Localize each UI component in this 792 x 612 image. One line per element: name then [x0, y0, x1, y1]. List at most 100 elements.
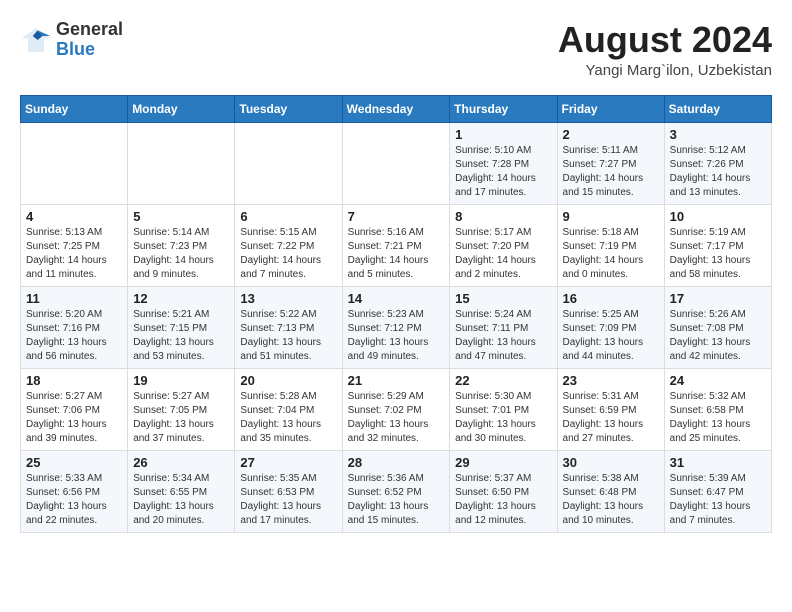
day-number: 3 [670, 127, 766, 142]
day-info: Sunrise: 5:14 AMSunset: 7:23 PMDaylight:… [133, 226, 229, 282]
day-cell: 29 Sunrise: 5:37 AMSunset: 6:50 PMDayligh… [450, 450, 557, 532]
day-cell: 22 Sunrise: 5:30 AMSunset: 7:01 PMDayligh… [450, 368, 557, 450]
day-info: Sunrise: 5:30 AMSunset: 7:01 PMDaylight:… [455, 390, 551, 446]
day-cell: 24 Sunrise: 5:32 AMSunset: 6:58 PMDayligh… [664, 368, 771, 450]
day-number: 29 [455, 455, 551, 470]
header-tuesday: Tuesday [235, 95, 342, 122]
day-cell: 20Sunrise: 5:28 AMSunset: 7:04 PMDayligh… [235, 368, 342, 450]
day-number: 20 [240, 373, 336, 388]
week-row-4: 18 Sunrise: 5:27 AMSunset: 7:06 PMDayligh… [21, 368, 772, 450]
day-number: 22 [455, 373, 551, 388]
logo-icon [20, 24, 52, 56]
header-thursday: Thursday [450, 95, 557, 122]
header-friday: Friday [557, 95, 664, 122]
day-info: Sunrise: 5:20 AMSunset: 7:16 PMDaylight:… [26, 308, 122, 364]
month-year: August 2024 [558, 20, 772, 60]
day-cell: 14Sunrise: 5:23 AMSunset: 7:12 PMDayligh… [342, 286, 450, 368]
logo-line2: Blue [56, 40, 123, 60]
day-cell: 23 Sunrise: 5:31 AMSunset: 6:59 PMDayligh… [557, 368, 664, 450]
day-cell: 5 Sunrise: 5:14 AMSunset: 7:23 PMDaylight… [128, 204, 235, 286]
day-cell: 15 Sunrise: 5:24 AMSunset: 7:11 PMDayligh… [450, 286, 557, 368]
header-wednesday: Wednesday [342, 95, 450, 122]
header-sunday: Sunday [21, 95, 128, 122]
week-row-1: 1 Sunrise: 5:10 AMSunset: 7:28 PMDaylight… [21, 122, 772, 204]
day-info: Sunrise: 5:24 AMSunset: 7:11 PMDaylight:… [455, 308, 551, 364]
day-cell: 25 Sunrise: 5:33 AMSunset: 6:56 PMDayligh… [21, 450, 128, 532]
day-cell: 4 Sunrise: 5:13 AMSunset: 7:25 PMDaylight… [21, 204, 128, 286]
day-number: 16 [563, 291, 659, 306]
day-number: 23 [563, 373, 659, 388]
day-number: 1 [455, 127, 551, 142]
day-info: Sunrise: 5:37 AMSunset: 6:50 PMDaylight:… [455, 472, 551, 528]
day-info: Sunrise: 5:39 AMSunset: 6:47 PMDaylight:… [670, 472, 766, 528]
day-cell: 2 Sunrise: 5:11 AMSunset: 7:27 PMDaylight… [557, 122, 664, 204]
day-number: 19 [133, 373, 229, 388]
day-cell: 13Sunrise: 5:22 AMSunset: 7:13 PMDayligh… [235, 286, 342, 368]
day-number: 25 [26, 455, 122, 470]
day-cell: 27 Sunrise: 5:35 AMSunset: 6:53 PMDayligh… [235, 450, 342, 532]
day-info: Sunrise: 5:21 AMSunset: 7:15 PMDaylight:… [133, 308, 229, 364]
page-header: General Blue August 2024 Yangi Marg`ilon… [20, 20, 772, 79]
day-cell: 26Sunrise: 5:34 AMSunset: 6:55 PMDayligh… [128, 450, 235, 532]
title-block: August 2024 Yangi Marg`ilon, Uzbekistan [558, 20, 772, 79]
day-cell: 12 Sunrise: 5:21 AMSunset: 7:15 PMDayligh… [128, 286, 235, 368]
header-saturday: Saturday [664, 95, 771, 122]
day-number: 28 [348, 455, 445, 470]
day-number: 8 [455, 209, 551, 224]
day-number: 12 [133, 291, 229, 306]
day-info: Sunrise: 5:22 AMSunset: 7:13 PMDaylight:… [240, 308, 336, 364]
calendar-header-row: SundayMondayTuesdayWednesdayThursdayFrid… [21, 95, 772, 122]
day-number: 21 [348, 373, 445, 388]
day-info: Sunrise: 5:33 AMSunset: 6:56 PMDaylight:… [26, 472, 122, 528]
day-info: Sunrise: 5:11 AMSunset: 7:27 PMDaylight:… [563, 144, 659, 200]
day-number: 18 [26, 373, 122, 388]
day-info: Sunrise: 5:23 AMSunset: 7:12 PMDaylight:… [348, 308, 445, 364]
day-info: Sunrise: 5:10 AMSunset: 7:28 PMDaylight:… [455, 144, 551, 200]
day-info: Sunrise: 5:34 AMSunset: 6:55 PMDaylight:… [133, 472, 229, 528]
day-number: 10 [670, 209, 766, 224]
day-info: Sunrise: 5:27 AMSunset: 7:06 PMDaylight:… [26, 390, 122, 446]
day-cell: 31 Sunrise: 5:39 AMSunset: 6:47 PMDayligh… [664, 450, 771, 532]
day-number: 24 [670, 373, 766, 388]
day-cell: 28Sunrise: 5:36 AMSunset: 6:52 PMDayligh… [342, 450, 450, 532]
day-number: 4 [26, 209, 122, 224]
day-info: Sunrise: 5:25 AMSunset: 7:09 PMDaylight:… [563, 308, 659, 364]
day-number: 5 [133, 209, 229, 224]
week-row-2: 4 Sunrise: 5:13 AMSunset: 7:25 PMDaylight… [21, 204, 772, 286]
day-info: Sunrise: 5:31 AMSunset: 6:59 PMDaylight:… [563, 390, 659, 446]
day-number: 27 [240, 455, 336, 470]
day-cell [128, 122, 235, 204]
day-info: Sunrise: 5:18 AMSunset: 7:19 PMDaylight:… [563, 226, 659, 282]
day-info: Sunrise: 5:16 AMSunset: 7:21 PMDaylight:… [348, 226, 445, 282]
day-info: Sunrise: 5:29 AMSunset: 7:02 PMDaylight:… [348, 390, 445, 446]
day-cell [21, 122, 128, 204]
day-cell: 17Sunrise: 5:26 AMSunset: 7:08 PMDayligh… [664, 286, 771, 368]
day-info: Sunrise: 5:32 AMSunset: 6:58 PMDaylight:… [670, 390, 766, 446]
day-number: 15 [455, 291, 551, 306]
day-cell [342, 122, 450, 204]
day-cell: 30 Sunrise: 5:38 AMSunset: 6:48 PMDayligh… [557, 450, 664, 532]
logo: General Blue [20, 20, 123, 60]
day-cell: 16 Sunrise: 5:25 AMSunset: 7:09 PMDayligh… [557, 286, 664, 368]
day-cell: 9 Sunrise: 5:18 AMSunset: 7:19 PMDaylight… [557, 204, 664, 286]
day-number: 31 [670, 455, 766, 470]
week-row-3: 11Sunrise: 5:20 AMSunset: 7:16 PMDayligh… [21, 286, 772, 368]
day-cell: 3 Sunrise: 5:12 AMSunset: 7:26 PMDaylight… [664, 122, 771, 204]
day-number: 9 [563, 209, 659, 224]
day-info: Sunrise: 5:38 AMSunset: 6:48 PMDaylight:… [563, 472, 659, 528]
day-info: Sunrise: 5:12 AMSunset: 7:26 PMDaylight:… [670, 144, 766, 200]
day-cell: 6Sunrise: 5:15 AMSunset: 7:22 PMDaylight… [235, 204, 342, 286]
day-cell: 21 Sunrise: 5:29 AMSunset: 7:02 PMDayligh… [342, 368, 450, 450]
day-cell: 7 Sunrise: 5:16 AMSunset: 7:21 PMDaylight… [342, 204, 450, 286]
day-number: 2 [563, 127, 659, 142]
day-number: 6 [240, 209, 336, 224]
day-number: 7 [348, 209, 445, 224]
day-number: 30 [563, 455, 659, 470]
day-cell: 18 Sunrise: 5:27 AMSunset: 7:06 PMDayligh… [21, 368, 128, 450]
day-info: Sunrise: 5:35 AMSunset: 6:53 PMDaylight:… [240, 472, 336, 528]
location: Yangi Marg`ilon, Uzbekistan [558, 62, 772, 79]
day-cell: 8Sunrise: 5:17 AMSunset: 7:20 PMDaylight… [450, 204, 557, 286]
day-info: Sunrise: 5:13 AMSunset: 7:25 PMDaylight:… [26, 226, 122, 282]
week-row-5: 25 Sunrise: 5:33 AMSunset: 6:56 PMDayligh… [21, 450, 772, 532]
day-info: Sunrise: 5:19 AMSunset: 7:17 PMDaylight:… [670, 226, 766, 282]
